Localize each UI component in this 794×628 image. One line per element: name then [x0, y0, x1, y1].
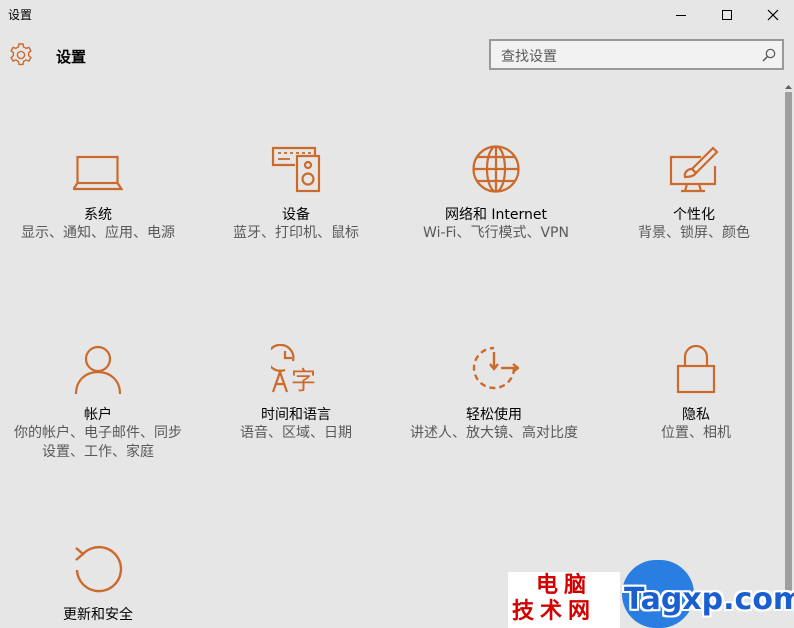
title-bar: 设置 — [0, 0, 794, 30]
tile-title: 网络和 Internet — [444, 207, 548, 223]
lock-icon — [671, 344, 721, 394]
tile-system[interactable]: 系统 显示、通知、应用、电源 — [0, 142, 196, 272]
tile-accounts[interactable]: 帐户 你的帐户、电子邮件、同步设置、工作、家庭 — [0, 342, 196, 472]
person-icon — [73, 344, 123, 394]
devices-icon — [271, 144, 321, 194]
tile-privacy[interactable]: 隐私 位置、相机 — [598, 342, 794, 472]
tile-description: 位置、相机 — [661, 425, 731, 441]
scroll-up-arrow-icon[interactable] — [783, 82, 794, 92]
app-header: 设置 查找设置 — [0, 30, 794, 80]
close-button[interactable] — [750, 0, 794, 30]
tile-title: 隐私 — [682, 407, 710, 423]
tile-title: 个性化 — [673, 207, 715, 223]
search-icon[interactable] — [761, 47, 777, 63]
tile-description: 显示、通知、应用、电源 — [21, 225, 175, 241]
globe-icon — [471, 144, 521, 194]
minimize-icon — [676, 15, 686, 16]
gear-icon — [10, 43, 32, 66]
watermark-cn-line2: 技术网 — [512, 599, 597, 624]
minimize-button[interactable] — [658, 0, 704, 30]
tile-description: 讲述人、放大镜、高对比度 — [410, 425, 578, 441]
tile-time-language[interactable]: 字 时间和语言 语音、区域、日期 — [198, 342, 394, 472]
search-placeholder: 查找设置 — [501, 49, 557, 65]
watermark-cn-box: 电脑 技术网 — [508, 572, 620, 628]
tile-title: 轻松使用 — [466, 407, 522, 423]
tile-title: 时间和语言 — [261, 407, 331, 423]
close-icon — [767, 9, 779, 21]
tile-ease-of-access[interactable]: 轻松使用 讲述人、放大镜、高对比度 — [396, 342, 592, 472]
watermark-en: Tagxp.com — [624, 582, 794, 617]
laptop-icon — [73, 144, 123, 194]
tile-title: 更新和安全 — [63, 607, 133, 623]
tile-personalization[interactable]: 个性化 背景、锁屏、颜色 — [596, 142, 792, 272]
refresh-icon — [73, 544, 123, 594]
ease-of-access-icon — [469, 344, 519, 394]
tile-devices[interactable]: 设备 蓝牙、打印机、鼠标 — [198, 142, 394, 272]
maximize-button[interactable] — [704, 0, 750, 30]
maximize-icon — [722, 10, 732, 20]
tile-description: Wi-Fi、飞行模式、VPN — [423, 225, 569, 241]
tile-description: 你的帐户、电子邮件、同步设置、工作、家庭 — [14, 425, 182, 460]
tile-description: 背景、锁屏、颜色 — [638, 225, 750, 241]
tile-description: 蓝牙、打印机、鼠标 — [233, 225, 359, 241]
watermark: 电脑 技术网 Tagxp.com — [508, 560, 794, 628]
search-input[interactable]: 查找设置 — [489, 39, 784, 70]
tile-network[interactable]: 网络和 Internet Wi-Fi、飞行模式、VPN — [398, 142, 594, 272]
tile-title: 帐户 — [84, 407, 112, 423]
personalization-icon — [669, 144, 719, 194]
tile-title: 设备 — [282, 207, 310, 223]
tile-title: 系统 — [84, 207, 112, 223]
tile-update-security[interactable]: 更新和安全 — [0, 542, 196, 628]
tile-description: 语音、区域、日期 — [240, 425, 352, 441]
page-title: 设置 — [56, 48, 87, 66]
svg-text:字: 字 — [291, 366, 316, 394]
window-title: 设置 — [8, 8, 33, 22]
time-language-icon: 字 — [271, 344, 321, 394]
